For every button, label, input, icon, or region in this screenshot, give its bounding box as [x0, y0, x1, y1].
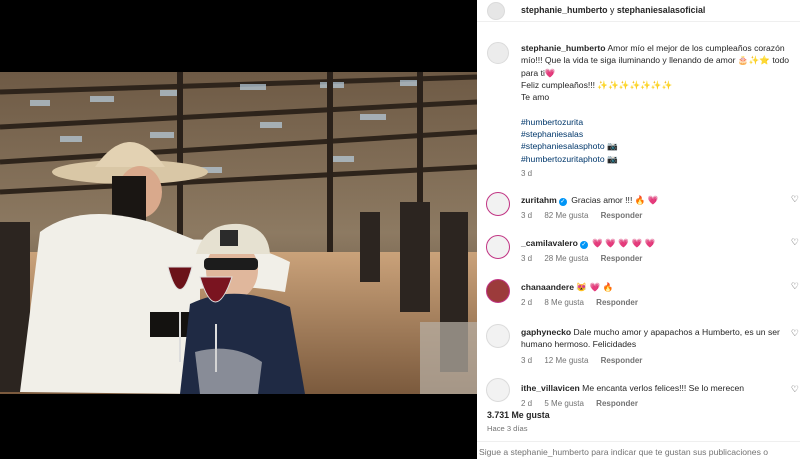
- comment-meta: 3 d 28 Me gusta Responder: [521, 253, 781, 265]
- comment-body: gaphynecko Dale mucho amor y apapachos a…: [521, 326, 781, 367]
- comment-username[interactable]: _camilavalero: [521, 238, 578, 248]
- comment-text: Gracias amor !!! 🔥 💗: [571, 195, 659, 205]
- comment-text: 😻 💗 🔥: [576, 282, 614, 292]
- comment-likes[interactable]: 8 Me gusta: [544, 298, 584, 307]
- comment-avatar[interactable]: [486, 192, 510, 216]
- heart-outline-icon[interactable]: ♡: [791, 194, 799, 205]
- comment-body: zuritahm ✓ Gracias amor !!! 🔥 💗 3 d 82 Me…: [521, 194, 781, 223]
- caption-line3: Te amo: [521, 92, 550, 103]
- post-header: stephanie_humberto y stephaniesalasofici…: [477, 0, 800, 22]
- comment-time[interactable]: 3 d: [521, 211, 532, 220]
- header-joiner: y: [609, 5, 615, 15]
- comment-likes[interactable]: 5 Me gusta: [544, 399, 584, 408]
- comment-avatar[interactable]: [486, 378, 510, 402]
- comment-body: chanaandere 😻 💗 🔥 2 d 8 Me gusta Respond…: [521, 281, 781, 310]
- heart-outline-icon[interactable]: ♡: [791, 384, 799, 395]
- hashtag-link[interactable]: #humbertozuritaphoto 📷: [521, 153, 793, 165]
- header-usernames: stephanie_humberto y stephaniesalasofici…: [521, 5, 705, 15]
- comment-username[interactable]: gaphynecko: [521, 327, 571, 337]
- caption-line2: Feliz cumpleaños!!! ✨✨✨✨✨✨✨: [521, 79, 673, 90]
- caption-time[interactable]: 3 d: [521, 168, 793, 180]
- author-avatar[interactable]: [487, 2, 505, 20]
- media-pane: [0, 0, 477, 459]
- comment-likes[interactable]: 82 Me gusta: [544, 211, 588, 220]
- caption-avatar[interactable]: [487, 42, 509, 64]
- hashtag-link[interactable]: #humbertozurita: [521, 116, 793, 128]
- comment-meta: 2 d 8 Me gusta Responder: [521, 297, 781, 309]
- comment-likes[interactable]: 28 Me gusta: [544, 254, 588, 263]
- comment-avatar[interactable]: [486, 235, 510, 259]
- verified-badge-icon: ✓: [579, 241, 588, 249]
- login-prompt-footer: Sigue a stephanie_humberto para indicar …: [477, 441, 800, 459]
- comment-text: 💗 💗 💗 💗 💗: [592, 238, 656, 248]
- reply-button[interactable]: Responder: [596, 298, 638, 307]
- post-sidebar: stephanie_humberto y stephaniesalasofici…: [477, 0, 800, 459]
- comment-body: _camilavalero ✓ 💗 💗 💗 💗 💗 3 d 28 Me gusta…: [521, 237, 781, 266]
- heart-outline-icon[interactable]: ♡: [791, 237, 799, 248]
- comment-username[interactable]: zuritahm: [521, 195, 557, 205]
- likes-count[interactable]: 3.731 Me gusta: [487, 410, 550, 420]
- comment-username[interactable]: ithe_villavicen: [521, 383, 580, 393]
- comment-avatar[interactable]: [486, 324, 510, 348]
- comment-time[interactable]: 2 d: [521, 399, 532, 408]
- heart-outline-icon[interactable]: ♡: [791, 281, 799, 292]
- header-user1[interactable]: stephanie_humberto: [521, 5, 608, 15]
- post-photo[interactable]: [0, 72, 477, 394]
- comment-text: Me encanta verlos felices!!! Se lo merec…: [582, 383, 745, 393]
- heart-outline-icon[interactable]: ♡: [791, 328, 799, 339]
- reply-button[interactable]: Responder: [601, 211, 643, 220]
- header-user2[interactable]: stephaniesalasoficial: [617, 5, 706, 15]
- comment-likes[interactable]: 12 Me gusta: [544, 356, 588, 365]
- caption-username[interactable]: stephanie_humberto: [521, 43, 606, 53]
- post-date[interactable]: Hace 3 días: [487, 424, 528, 433]
- comment-meta: 2 d 5 Me gusta Responder: [521, 398, 781, 410]
- comment-avatar[interactable]: [486, 279, 510, 303]
- comment-username[interactable]: chanaandere: [521, 282, 574, 292]
- comment-time[interactable]: 2 d: [521, 298, 532, 307]
- hashtag-link[interactable]: #stephaniesalas: [521, 128, 793, 140]
- verified-badge-icon: ✓: [558, 198, 567, 206]
- reply-button[interactable]: Responder: [596, 399, 638, 408]
- comment-meta: 3 d 12 Me gusta Responder: [521, 355, 781, 367]
- comment-time[interactable]: 3 d: [521, 254, 532, 263]
- reply-button[interactable]: Responder: [601, 254, 643, 263]
- comment-time[interactable]: 3 d: [521, 356, 532, 365]
- comment-meta: 3 d 82 Me gusta Responder: [521, 210, 781, 222]
- hashtag-link[interactable]: #stephaniesalasphoto 📷: [521, 140, 793, 152]
- reply-button[interactable]: Responder: [601, 356, 643, 365]
- comment-body: ithe_villavicen Me encanta verlos felice…: [521, 382, 781, 411]
- caption-text: stephanie_humberto Amor mío el mejor de …: [521, 42, 793, 180]
- footer-text: Sigue a stephanie_humberto para indicar …: [479, 447, 769, 457]
